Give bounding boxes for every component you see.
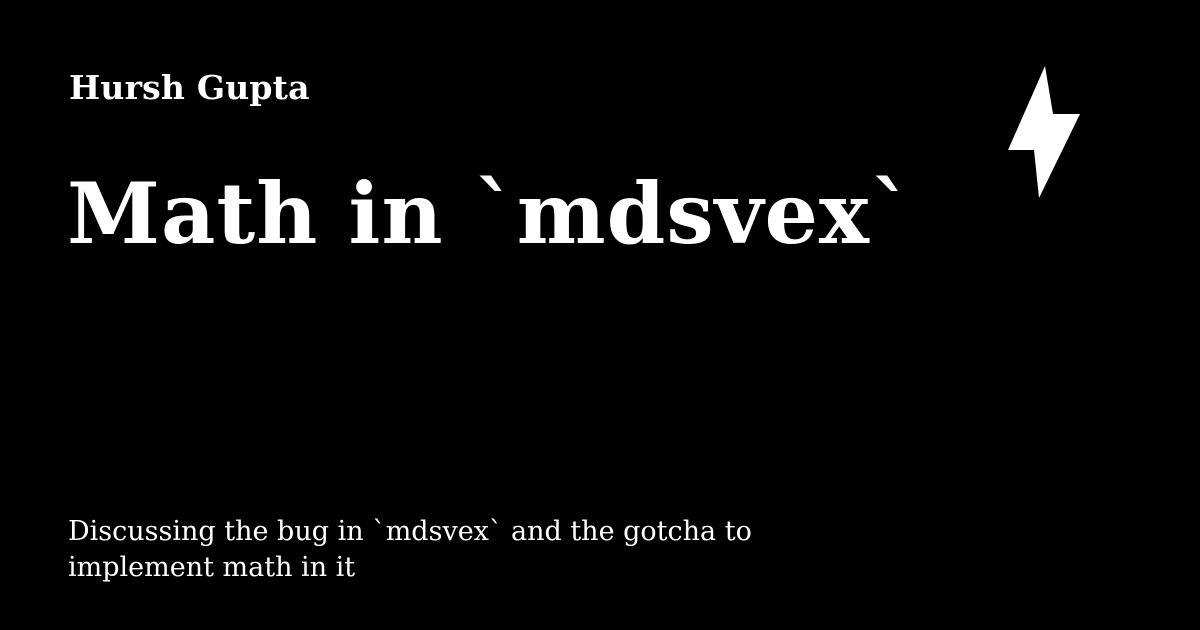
page-title: Math in `mdsvex` [67, 164, 913, 263]
page-description: Discussing the bug in `mdsvex` and the g… [68, 516, 752, 583]
lightning-bolt-icon [1008, 66, 1080, 198]
author-name: Hursh Gupta [69, 68, 310, 107]
